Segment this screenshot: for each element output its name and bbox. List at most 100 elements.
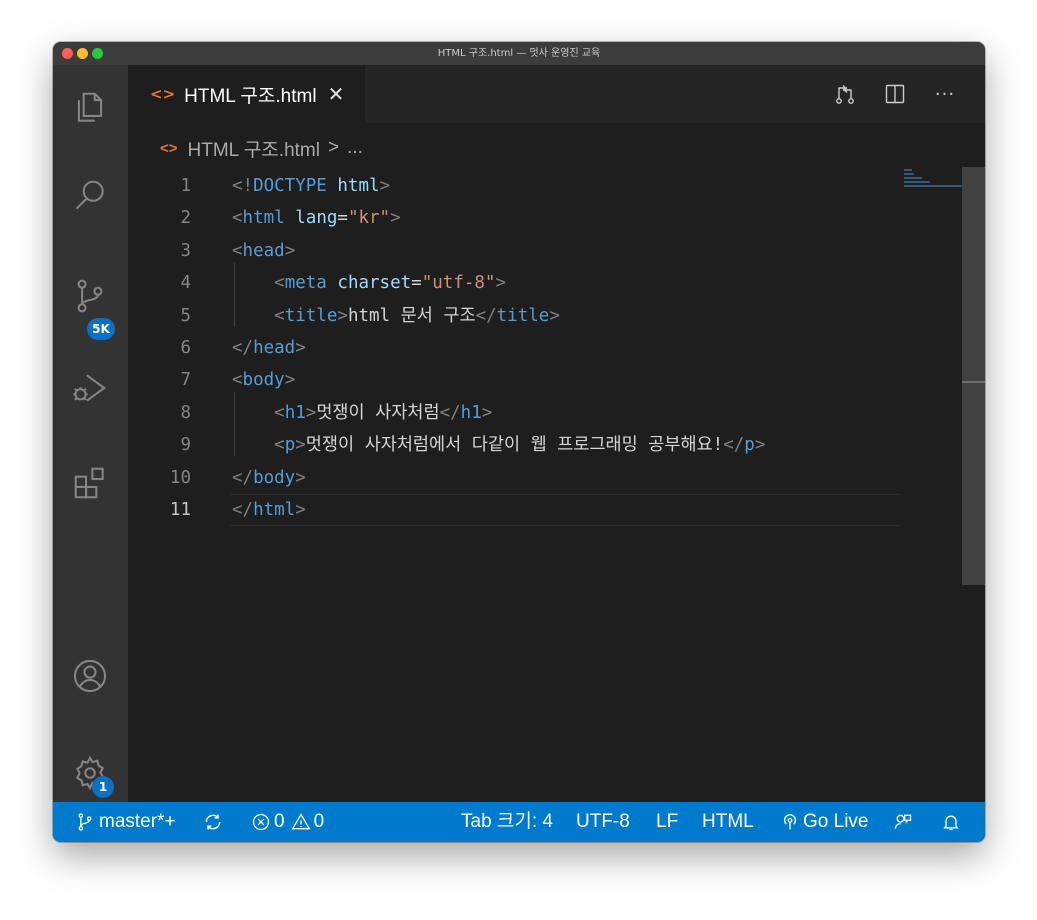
branch-indicator[interactable]: master*+ (75, 802, 176, 842)
breadcrumb-file[interactable]: HTML 구조.html (188, 135, 320, 162)
code-line[interactable]: 9 <p>멋쟁이 사자처럼에서 다같이 웹 프로그래밍 공부해요!</p> (128, 429, 900, 461)
code-token: title (284, 305, 338, 326)
error-count: 0 (274, 811, 285, 832)
code-line[interactable]: 1 <!DOCTYPE html> (128, 170, 900, 202)
code-token: < (274, 435, 285, 456)
code-line[interactable]: 11 </html> (128, 494, 900, 526)
code-token: > (379, 176, 391, 196)
code-text: <head> (232, 235, 295, 267)
code-token: html (337, 176, 380, 196)
code-token: < (232, 370, 243, 391)
breadcrumb-html-icon: <> (160, 139, 178, 157)
code-token: < (274, 402, 285, 423)
breadcrumb-symbol[interactable]: ... (347, 137, 363, 159)
tab-html-structure[interactable]: <> HTML 구조.html ✕ (128, 65, 365, 123)
code-text: <meta charset="utf-8"> (232, 267, 506, 299)
code-line[interactable]: 5 <title>html 문서 구조</title> (128, 300, 900, 332)
search-icon[interactable] (67, 173, 113, 219)
split-editor-icon[interactable] (880, 79, 910, 109)
problems-indicator[interactable]: 0 0 (251, 802, 324, 842)
code-token: "utf-8" (421, 273, 496, 294)
code-text: </html> (232, 494, 306, 526)
minimap[interactable] (900, 167, 962, 802)
feedback-button[interactable] (893, 802, 913, 842)
breadcrumb: <> HTML 구조.html > ... (128, 123, 985, 173)
code-token: </ (232, 500, 254, 520)
code-line[interactable]: 6 </head> (128, 332, 900, 364)
warning-count: 0 (313, 811, 325, 832)
code-text: <body> (232, 364, 295, 396)
code-line[interactable]: 7 <body> (128, 364, 900, 396)
source-control-icon[interactable] (67, 273, 113, 319)
more-actions-icon[interactable]: ··· (930, 79, 960, 109)
code-token: > (284, 370, 296, 391)
code-line[interactable]: 3 <head> (128, 235, 900, 267)
title-bar: HTML 구조.html — 멋사 운영진 교육 (53, 42, 985, 65)
branch-icon (78, 813, 92, 831)
code-token: "kr" (347, 208, 391, 229)
code-line[interactable]: 10 </body> (128, 462, 900, 494)
code-token: < (274, 305, 285, 326)
feedback-icon (894, 814, 912, 829)
code-token: body (253, 467, 296, 488)
code-line[interactable]: 2 <html lang="kr"> (128, 202, 900, 234)
line-number: 8 (180, 402, 191, 423)
minimap-line (904, 185, 962, 187)
tab-bar: <> HTML 구조.html ✕ ··· (128, 65, 985, 123)
code-token: 멋쟁이 사자처럼에서 다같이 웹 프로그래밍 공부해요! (305, 435, 724, 456)
maximize-window-button[interactable] (92, 48, 103, 59)
notifications-button[interactable] (941, 802, 961, 842)
code-token: > (284, 240, 296, 261)
code-token: > (295, 338, 306, 358)
go-live-label: Go Live (803, 811, 869, 832)
minimize-window-button[interactable] (77, 48, 88, 59)
warning-icon (291, 813, 311, 830)
scrollbar-cursor-marker (962, 381, 985, 383)
indentation-indicator[interactable]: Tab 크기: 4 (461, 802, 553, 842)
go-live-button[interactable]: Go Live (780, 802, 868, 842)
compare-changes-icon[interactable] (830, 79, 860, 109)
code-token: html 문서 구조 (347, 305, 476, 326)
code-token: > (295, 500, 306, 520)
eol-indicator[interactable]: LF (656, 802, 678, 842)
code-editor[interactable]: 1 <!DOCTYPE html> 2 <html lang="kr"> 3 <head>… (128, 167, 900, 802)
breadcrumb-separator: > (327, 137, 340, 158)
code-token: </ (723, 435, 745, 456)
code-token: html (242, 208, 285, 229)
error-icon (252, 813, 270, 831)
close-window-button[interactable] (62, 48, 73, 59)
code-token: DOCTYPE (253, 176, 327, 196)
code-token: p (284, 435, 296, 456)
branch-name: master*+ (99, 811, 176, 832)
settings-badge: 1 (92, 776, 114, 798)
account-icon[interactable] (67, 653, 113, 699)
code-text: </head> (232, 332, 306, 364)
run-debug-icon[interactable] (67, 365, 113, 411)
code-token: > (495, 273, 507, 294)
code-line[interactable]: 8 <h1>멋쟁이 사자처럼</h1> (128, 397, 900, 429)
tab-close-icon[interactable]: ✕ (328, 82, 345, 106)
code-token: p (744, 435, 755, 456)
code-token: html (253, 500, 296, 520)
scrollbar-thumb[interactable] (962, 167, 985, 585)
minimap-line (904, 173, 914, 175)
code-text: <h1>멋쟁이 사자처럼</h1> (232, 397, 492, 429)
code-text: <html lang="kr"> (232, 202, 401, 234)
language-mode[interactable]: HTML (702, 802, 754, 842)
sync-button[interactable] (203, 802, 223, 842)
code-text: <title>html 문서 구조</title> (232, 300, 560, 332)
line-number: 7 (180, 370, 191, 391)
code-token: charset (337, 273, 412, 294)
explorer-icon[interactable] (67, 85, 113, 131)
line-number: 4 (180, 273, 191, 294)
encoding-indicator[interactable]: UTF-8 (576, 802, 630, 842)
code-line[interactable]: 4 <meta charset="utf-8"> (128, 267, 900, 299)
extensions-icon[interactable] (67, 460, 113, 506)
status-bar: master*+ 0 0 Tab 크기: 4 UTF-8 LF HTML Go … (53, 802, 985, 842)
